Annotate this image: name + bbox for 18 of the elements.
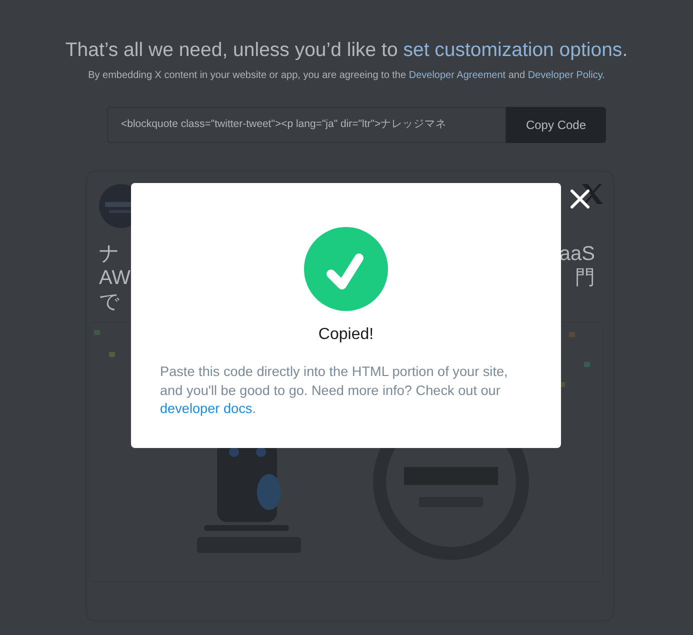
embed-code-field[interactable]: <blockquote class="twitter-tweet"><p lang="ja" dir="ltr">ナレッジマネ <box>107 107 506 144</box>
copy-code-button[interactable]: Copy Code <box>506 107 606 144</box>
tweet-text: 門 <box>574 266 595 290</box>
close-button[interactable] <box>569 188 591 210</box>
agreement-notice: By embedding X content in your website or app, you are agreeing to the Developer Agreement and Developer Policy. <box>87 69 606 84</box>
tweet-text: ナ <box>99 242 120 266</box>
policy-link[interactable]: Developer Agreement <box>408 70 506 82</box>
x-logo-icon <box>581 184 603 204</box>
tweet-text: aaS <box>559 242 595 266</box>
policy-link[interactable]: Developer Policy <box>528 70 602 82</box>
docs-link[interactable]: developer docs <box>160 401 252 416</box>
tweet-text: AW <box>99 266 130 290</box>
success-check-icon <box>304 227 388 311</box>
customization-link[interactable]: set customization options <box>403 39 622 61</box>
dialog-message: Paste this code directly into the HTML portion of your site, and you'll be good to go. Need more info? Check out our developer docs. <box>159 363 509 418</box>
heading: That’s all we need, unless you’d like to set customization options. <box>64 38 629 63</box>
tweet-text: で <box>99 290 120 314</box>
dialog-title: Copied! <box>318 325 374 345</box>
